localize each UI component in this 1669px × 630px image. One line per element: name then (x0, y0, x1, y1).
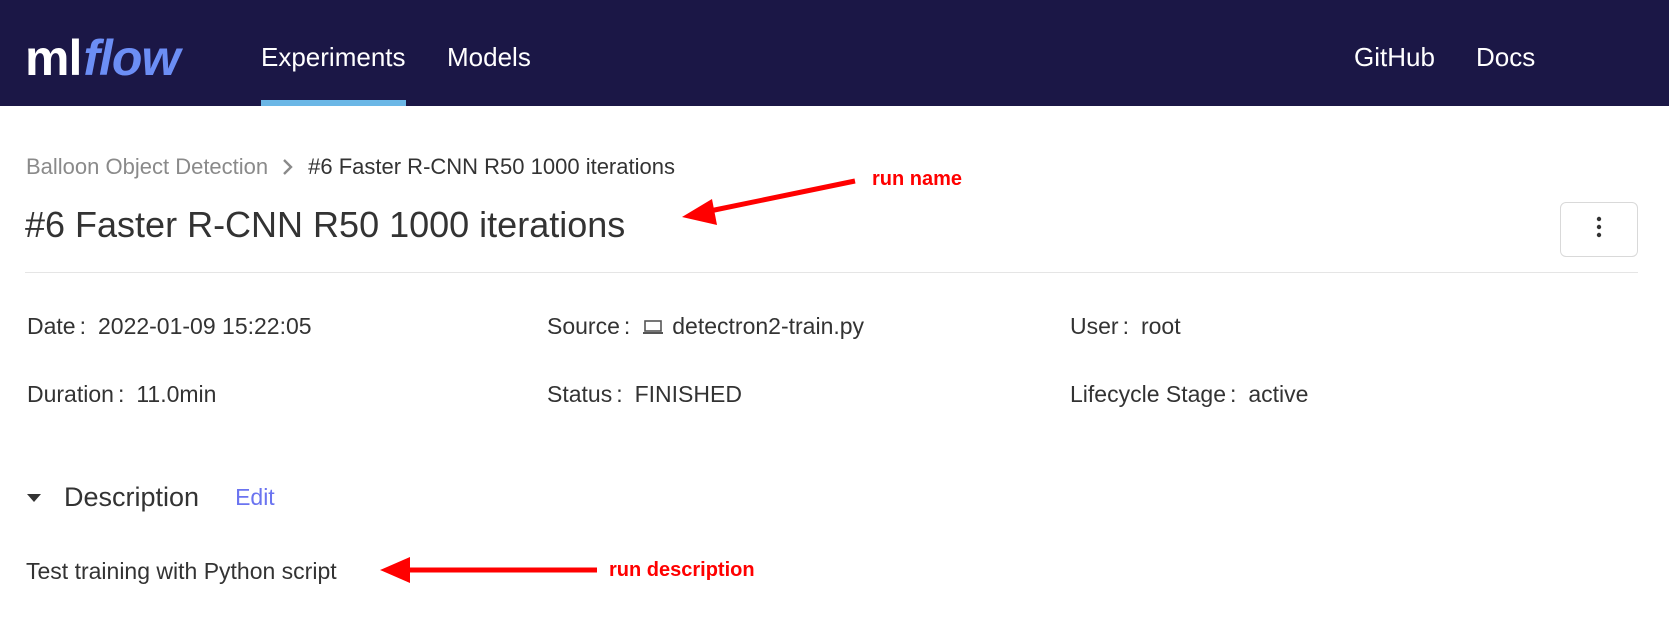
annotation-arrows (380, 178, 856, 583)
run-description-arrow (380, 557, 597, 583)
run-name-arrow (682, 178, 856, 225)
